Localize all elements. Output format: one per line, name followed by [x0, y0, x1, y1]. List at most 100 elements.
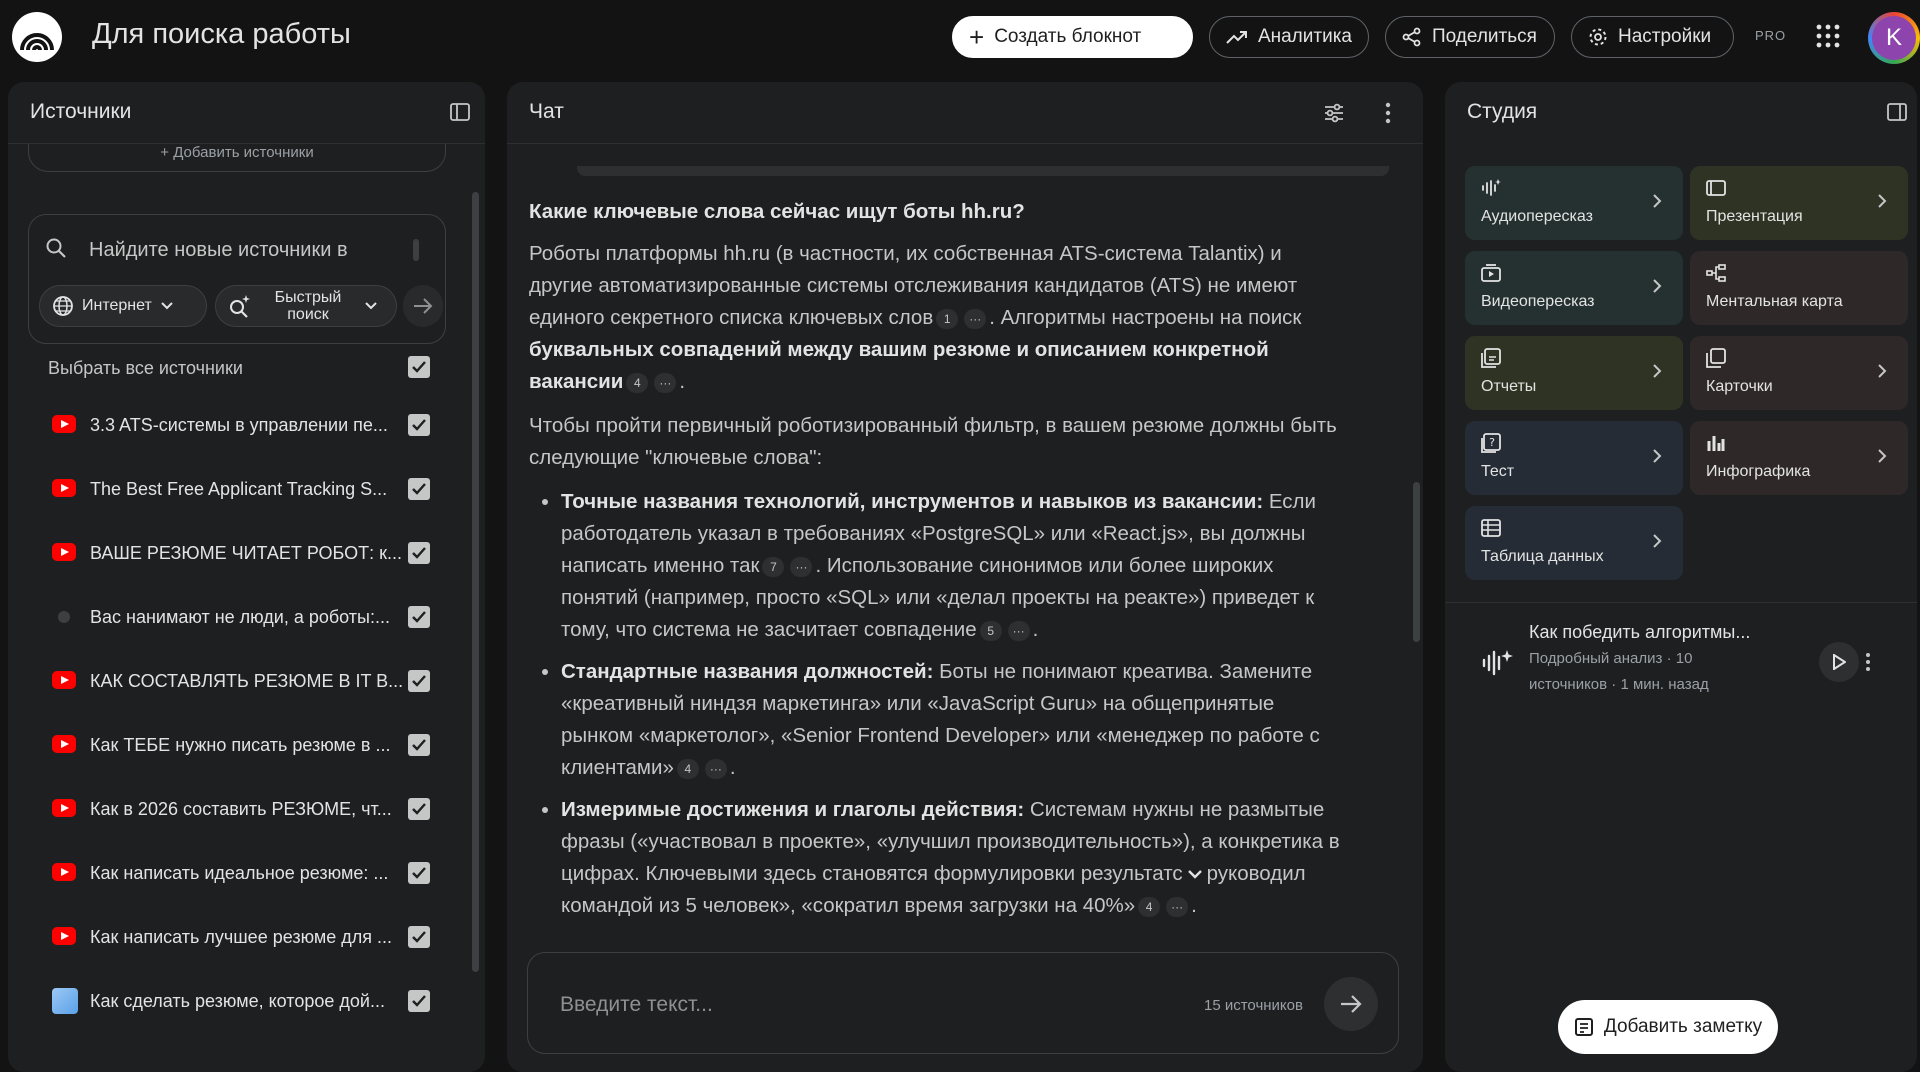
- check-icon: [412, 739, 426, 751]
- add-sources-button[interactable]: + Добавить источники: [28, 144, 446, 172]
- studio-title: Студия: [1467, 100, 1538, 123]
- top-bar: Для поиска работы + Создать блокнот Анал…: [0, 0, 1920, 76]
- source-checkbox[interactable]: [408, 542, 430, 564]
- add-note-button[interactable]: Добавить заметку: [1558, 1000, 1778, 1054]
- play-icon: [1833, 654, 1846, 670]
- source-item-label: Как ТЕБЕ нужно писать резюме в ...: [90, 735, 391, 755]
- answer-bullet: Стандартные названия должностей: Боты не…: [561, 656, 1349, 784]
- chat-input[interactable]: Введите текст...: [560, 993, 713, 1017]
- chat-panel: Чат Какие ключевые слова сейчас ищут бот…: [507, 82, 1423, 1072]
- source-item[interactable]: ВАШЕ РЕЗЮМЕ ЧИТАЕТ РОБОТ: к...: [48, 533, 448, 573]
- send-button[interactable]: [1324, 977, 1378, 1031]
- citation-badge[interactable]: 1: [936, 308, 959, 329]
- studio-tile[interactable]: Презентация: [1690, 166, 1908, 240]
- tune-icon[interactable]: [1323, 102, 1345, 124]
- fast-search-dropdown[interactable]: Быстрый поиск: [215, 285, 397, 327]
- citation-more-badge[interactable]: ···: [790, 556, 813, 577]
- sources-scrollbar[interactable]: [472, 192, 479, 972]
- studio-tile-label: Аудиопересказ: [1481, 208, 1593, 225]
- note-meta: Подробный анализ · 10: [1529, 650, 1693, 667]
- citation-badge[interactable]: 4: [1138, 896, 1161, 917]
- studio-tile[interactable]: Отчеты: [1465, 336, 1683, 410]
- studio-tile[interactable]: Ментальная карта: [1690, 251, 1908, 325]
- studio-tile[interactable]: ? Тест: [1465, 421, 1683, 495]
- analytics-button[interactable]: Аналитика: [1209, 16, 1369, 58]
- studio-tile[interactable]: Инфографика: [1690, 421, 1908, 495]
- web-source-dropdown[interactable]: Интернет: [39, 285, 207, 327]
- notebook-title[interactable]: Для поиска работы: [92, 18, 351, 51]
- sources-panel: Источники + Добавить источники Найдите н…: [8, 82, 485, 1072]
- source-checkbox[interactable]: [408, 798, 430, 820]
- citation-more-badge[interactable]: ···: [964, 308, 987, 329]
- citation-badge[interactable]: 4: [676, 758, 699, 779]
- studio-tile-label: Презентация: [1706, 208, 1803, 225]
- source-item[interactable]: Как сделать резюме, которое дой...: [48, 981, 448, 1021]
- play-button[interactable]: [1819, 642, 1859, 682]
- source-item[interactable]: 3.3 ATS-системы в управлении пе...: [48, 405, 448, 445]
- more-vert-icon[interactable]: [1385, 102, 1391, 124]
- source-checkbox[interactable]: [408, 670, 430, 692]
- search-spark-icon: [230, 295, 250, 318]
- studio-tile[interactable]: Видеопересказ: [1465, 251, 1683, 325]
- note-meta-time: источников · 1 мин. назад: [1529, 676, 1709, 693]
- audio-overview-icon: [1482, 179, 1501, 196]
- share-button[interactable]: Поделиться: [1385, 16, 1555, 58]
- citation-badge[interactable]: 4: [626, 372, 649, 393]
- source-checkbox[interactable]: [408, 862, 430, 884]
- source-item[interactable]: Как написать идеальное резюме: ...: [48, 853, 448, 893]
- youtube-icon: [52, 863, 76, 881]
- apps-grid-icon[interactable]: [1816, 24, 1840, 48]
- citation-more-badge[interactable]: ···: [1007, 620, 1030, 641]
- chat-scrollbar[interactable]: [1413, 482, 1420, 642]
- check-icon: [412, 361, 426, 373]
- generated-note-item[interactable]: Как победить алгоритмы... Подробный анал…: [1445, 612, 1917, 712]
- collapse-panel-icon[interactable]: [450, 102, 470, 122]
- collapse-panel-icon[interactable]: [1887, 102, 1907, 122]
- check-icon: [412, 867, 426, 879]
- settings-button[interactable]: Настройки: [1571, 16, 1734, 58]
- studio-tile[interactable]: Карточки: [1690, 336, 1908, 410]
- trending-up-icon: [1226, 31, 1247, 44]
- citation-more-badge[interactable]: ···: [654, 372, 677, 393]
- source-item[interactable]: Как написать лучшее резюме для ...: [48, 917, 448, 957]
- select-all-label: Выбрать все источники: [48, 358, 243, 378]
- source-item[interactable]: Как ТЕБЕ нужно писать резюме в ...: [48, 725, 448, 765]
- source-checkbox[interactable]: [408, 926, 430, 948]
- avatar[interactable]: K: [1868, 12, 1920, 64]
- select-all-checkbox[interactable]: [408, 356, 430, 378]
- studio-tile[interactable]: Аудиопересказ: [1465, 166, 1683, 240]
- studio-tile-label: Тест: [1481, 463, 1515, 480]
- plus-icon: +: [969, 22, 985, 52]
- flashcards-icon: [1706, 348, 1726, 368]
- discover-search-input[interactable]: Найдите новые источники в: [89, 239, 348, 262]
- youtube-icon: [52, 415, 76, 433]
- source-checkbox[interactable]: [408, 990, 430, 1012]
- scroll-down-icon[interactable]: [1187, 869, 1203, 881]
- source-item[interactable]: Вас нанимают не люди, а роботы:...: [48, 597, 448, 637]
- source-item[interactable]: The Best Free Applicant Tracking S...: [48, 469, 448, 509]
- notebook-logo-icon[interactable]: [12, 12, 62, 62]
- citation-more-badge[interactable]: ···: [704, 758, 727, 779]
- source-checkbox[interactable]: [408, 478, 430, 500]
- youtube-icon: [52, 799, 76, 817]
- more-vert-icon[interactable]: [1865, 652, 1871, 672]
- create-notebook-button[interactable]: + Создать блокнот: [952, 16, 1193, 58]
- citation-more-badge[interactable]: ···: [1166, 896, 1189, 917]
- source-checkbox[interactable]: [408, 414, 430, 436]
- previous-message-edge: [577, 166, 1389, 176]
- sources-title: Источники: [30, 100, 132, 123]
- source-checkbox[interactable]: [408, 606, 430, 628]
- citation-badge[interactable]: 7: [762, 556, 785, 577]
- studio-tile[interactable]: Таблица данных: [1465, 506, 1683, 580]
- submit-search-button[interactable]: [403, 285, 443, 327]
- answer-paragraph-2: Чтобы пройти первичный роботизированный …: [529, 414, 1337, 469]
- answer-bullet: Измеримые достижения и глаголы действия:…: [561, 794, 1349, 922]
- search-icon: [46, 238, 66, 258]
- source-item[interactable]: Как в 2026 составить РЕЗЮМЕ, чт...: [48, 789, 448, 829]
- chat-title: Чат: [529, 100, 564, 123]
- youtube-icon: [52, 543, 76, 561]
- studio-divider: [1445, 602, 1917, 603]
- source-item[interactable]: КАК СОСТАВЛЯТЬ РЕЗЮМЕ В IT В...: [48, 661, 448, 701]
- citation-badge[interactable]: 5: [979, 620, 1002, 641]
- source-checkbox[interactable]: [408, 734, 430, 756]
